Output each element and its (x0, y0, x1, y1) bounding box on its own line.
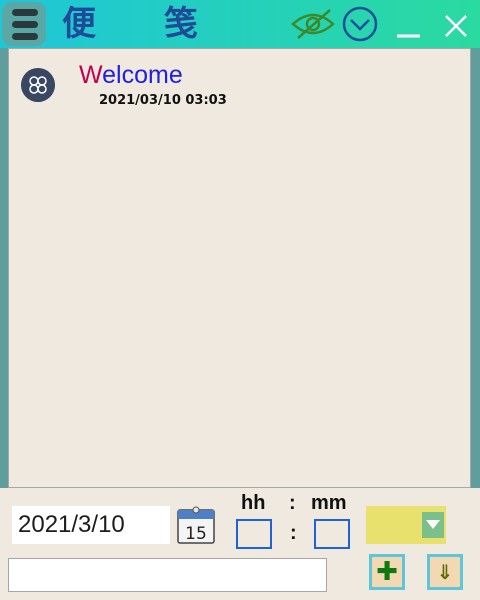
add-note-button[interactable]: ✚ (369, 554, 405, 590)
note-title-rest: elcome (102, 61, 183, 89)
download-button[interactable]: ⇓ (427, 554, 463, 590)
date-field[interactable]: 2021/3/10 (12, 506, 170, 544)
eye-off-icon[interactable] (290, 6, 336, 42)
note-text-input[interactable] (8, 558, 327, 592)
note-title: Welcome (79, 61, 183, 90)
close-icon[interactable] (440, 8, 472, 44)
calendar-icon[interactable]: 15 (177, 506, 215, 544)
minute-label: mm (311, 492, 347, 514)
chevron-down-circle-icon[interactable] (340, 6, 380, 42)
minimize-icon[interactable] (394, 8, 424, 44)
colon-label: : (289, 492, 296, 514)
title-bar: 便 笺 (0, 0, 480, 48)
hour-input[interactable] (236, 519, 272, 549)
app-title: 便 笺 (62, 4, 226, 44)
hamburger-icon[interactable] (2, 2, 46, 46)
minute-input[interactable] (314, 519, 350, 549)
composer-panel: 2021/3/10 15 hh : mm : ✚ ⇓ (0, 488, 480, 600)
plus-icon: ✚ (376, 557, 398, 587)
clover-icon (21, 68, 55, 102)
hour-label: hh (241, 492, 266, 514)
time-separator: : (290, 522, 297, 544)
color-dropdown[interactable] (366, 506, 446, 544)
dropdown-arrow-icon[interactable] (422, 512, 444, 538)
down-arrow-icon: ⇓ (436, 560, 454, 584)
note-title-initial: W (79, 61, 103, 89)
note-timestamp: 2021/03/10 03:03 (99, 93, 227, 108)
calendar-day: 15 (185, 524, 207, 544)
notes-list: Welcome 2021/03/10 03:03 (8, 48, 471, 488)
